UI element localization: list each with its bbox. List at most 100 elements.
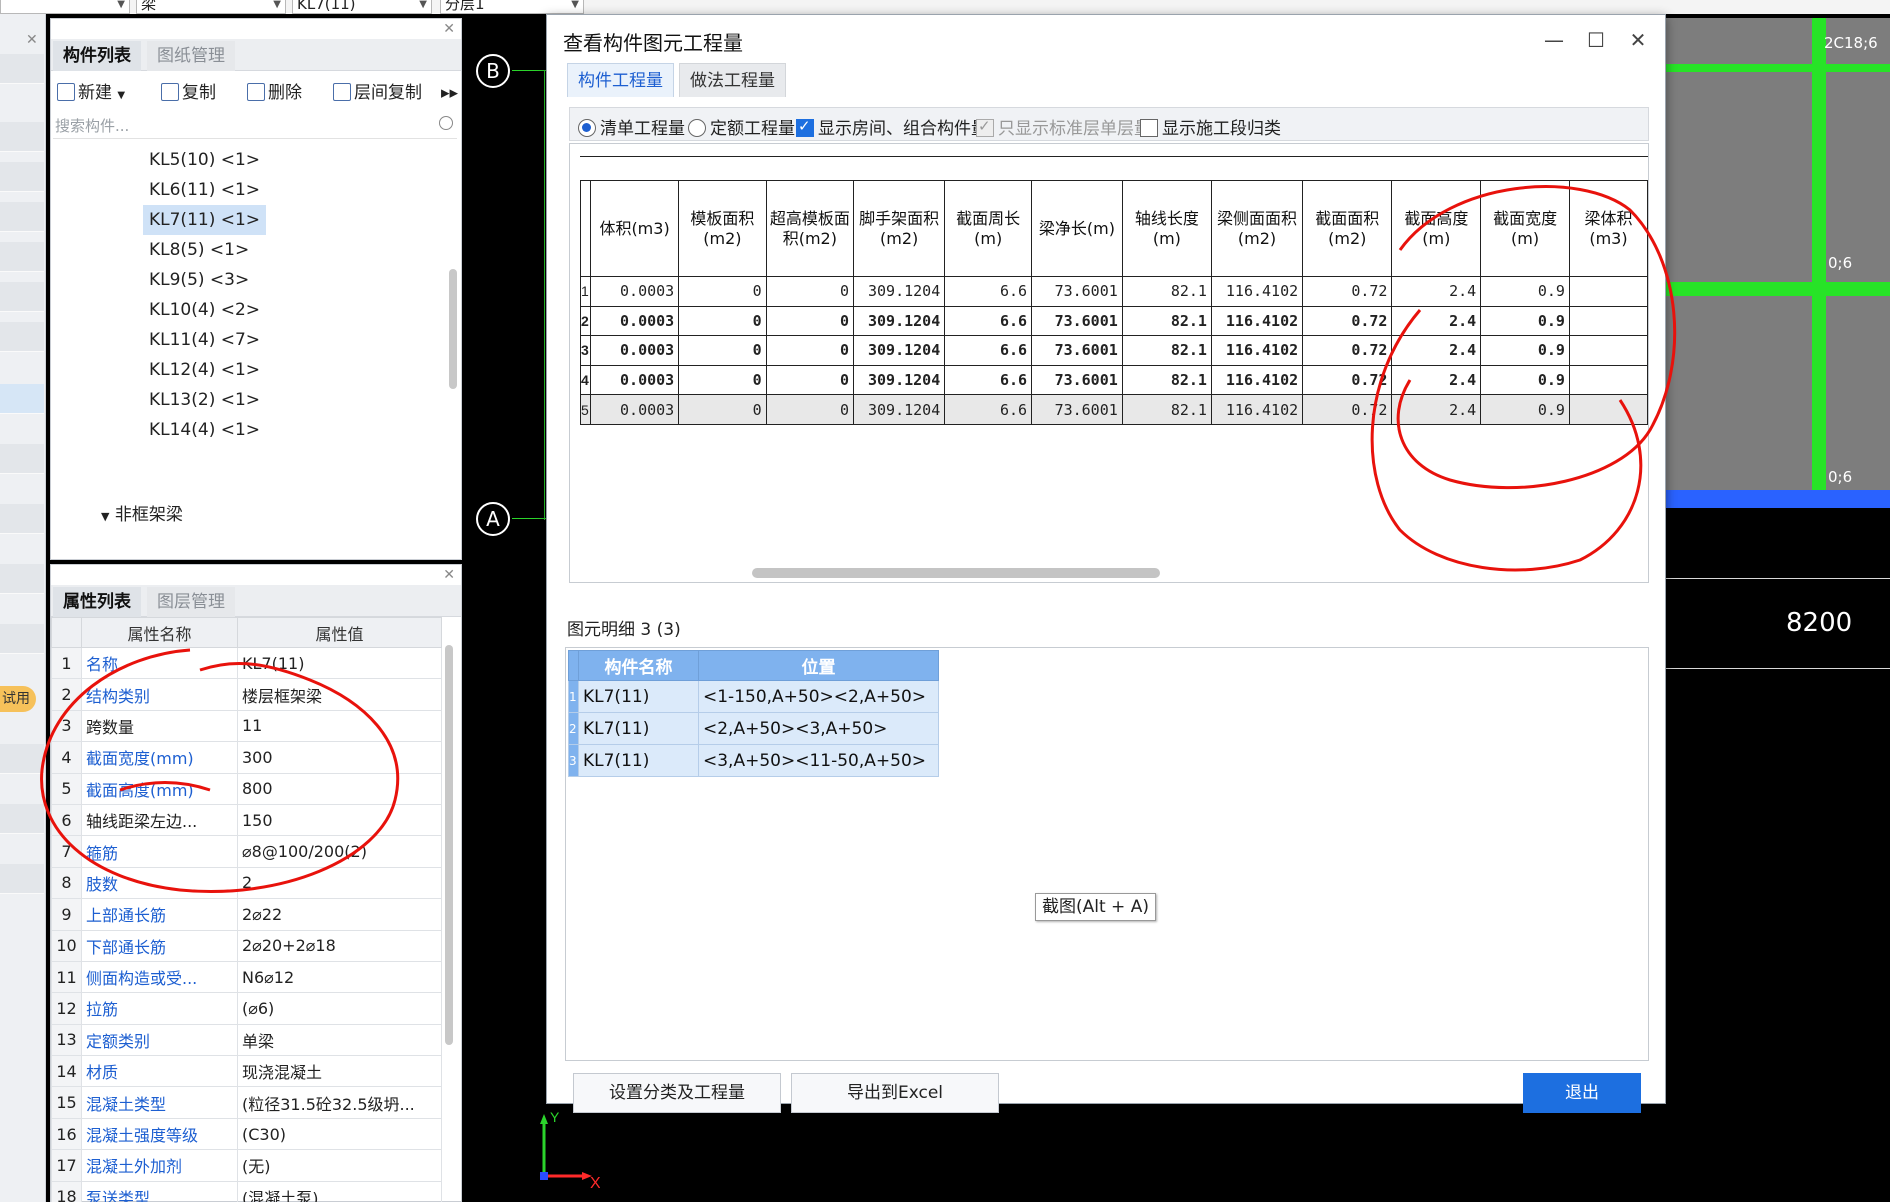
component-list-item[interactable]: KL9(5) <3>: [143, 265, 255, 295]
trial-badge[interactable]: 试用: [0, 686, 36, 712]
quantity-column-header[interactable]: 截面高度(m): [1391, 180, 1482, 277]
property-value[interactable]: 150: [237, 803, 442, 837]
property-row[interactable]: 13 定额类别 单梁: [51, 1023, 442, 1057]
property-row[interactable]: 4 截面宽度(mm) 300: [51, 741, 442, 774]
property-row[interactable]: 1 名称 KL7(11): [51, 646, 442, 680]
property-row[interactable]: 10 下部通长筋 2⌀20+2⌀18: [51, 929, 442, 962]
property-row[interactable]: 17 混凝土外加剂 (无): [51, 1149, 442, 1182]
close-icon[interactable]: ✕: [26, 32, 38, 48]
nav-row[interactable]: [0, 444, 44, 474]
option-radio[interactable]: 定额工程量: [688, 114, 795, 139]
quantity-column-header[interactable]: 体积(m3): [589, 180, 680, 277]
exit-button[interactable]: 退出: [1523, 1073, 1641, 1113]
tab-property-list[interactable]: 属性列表: [53, 587, 141, 617]
quantity-column-header[interactable]: 梁侧面面积(m2): [1210, 180, 1304, 277]
nav-row[interactable]: [0, 744, 44, 774]
property-row[interactable]: 7 箍筋 ⌀8@100/200(2): [51, 835, 442, 868]
component-list-item[interactable]: KL10(4) <2>: [143, 295, 266, 325]
quantity-column-header[interactable]: 截面周长(m): [944, 180, 1033, 277]
nav-row[interactable]: [0, 54, 44, 84]
quantity-column-header[interactable]: 模板面积(m2): [678, 180, 767, 277]
new-button[interactable]: 新建 ▼: [57, 80, 125, 106]
layer-combo[interactable]: 分层1 ▼: [440, 0, 584, 14]
quantity-row[interactable]: 2 0.0003 0 0 309.1204 6.6 73.6001 82.1 116.4102 0…: [580, 305, 1648, 337]
property-value[interactable]: (粒径31.5砼32.5级坍...: [237, 1086, 442, 1119]
close-icon[interactable]: ✕: [1625, 27, 1651, 53]
component-list-item[interactable]: KL11(4) <7>: [143, 325, 266, 355]
property-row[interactable]: 15 混凝土类型 (粒径31.5砼32.5级坍...: [51, 1086, 442, 1119]
property-value[interactable]: 2⌀20+2⌀18: [237, 929, 442, 962]
component-combo[interactable]: KL7(11) ▼: [292, 0, 432, 14]
component-list-item[interactable]: KL6(11) <1>: [143, 175, 266, 205]
property-value[interactable]: (无): [237, 1149, 442, 1182]
scrollbar[interactable]: [449, 269, 457, 389]
option-checkbox[interactable]: 显示房间、组合构件量: [796, 114, 988, 139]
option-checkbox[interactable]: 显示施工段归类: [1140, 114, 1281, 139]
maximize-icon[interactable]: ☐: [1583, 27, 1609, 53]
property-value[interactable]: (C30): [237, 1117, 442, 1151]
property-row[interactable]: 18 泵送类型 (混凝土泵): [51, 1180, 442, 1202]
quantity-row[interactable]: 4 0.0003 0 0 309.1204 6.6 73.6001 82.1 116.4102 0…: [580, 364, 1648, 396]
property-value[interactable]: 楼层框架梁: [237, 678, 442, 711]
detail-row[interactable]: 1 KL7(11) <1-150,A+50><2,A+50>: [568, 680, 939, 713]
quantity-column-header[interactable]: 轴线长度(m): [1121, 180, 1212, 277]
export-excel-button[interactable]: 导出到Excel: [791, 1073, 999, 1113]
horizontal-scrollbar[interactable]: [752, 568, 1160, 578]
tree-group-non-frame-beam[interactable]: ▼ 非框架梁: [101, 500, 183, 532]
quantity-column-header[interactable]: 超高模板面积(m2): [765, 180, 855, 277]
property-value[interactable]: 11: [237, 709, 442, 743]
detail-row[interactable]: 3 KL7(11) <3,A+50><11-50,A+50>: [568, 744, 939, 777]
property-value[interactable]: 2⌀22: [237, 898, 442, 931]
category-combo[interactable]: 梁 ▼: [136, 0, 286, 14]
more-icon[interactable]: ▸▸: [441, 80, 458, 106]
quantity-column-header[interactable]: 脚手架面积(m2): [853, 180, 946, 277]
delete-button[interactable]: 删除: [247, 80, 302, 106]
property-row[interactable]: 6 轴线距梁左边... 150: [51, 803, 442, 837]
property-row[interactable]: 3 跨数量 11: [51, 709, 442, 743]
quantity-column-header[interactable]: 截面面积(m2): [1302, 180, 1393, 277]
property-row[interactable]: 14 材质 现浇混凝土: [51, 1055, 442, 1088]
quantity-row[interactable]: 3 0.0003 0 0 309.1204 6.6 73.6001 82.1 116.4102 0…: [580, 335, 1648, 366]
property-value[interactable]: 800: [237, 772, 442, 805]
quantity-column-header[interactable]: 截面宽度(m): [1480, 180, 1570, 277]
component-list-item[interactable]: KL8(5) <1>: [143, 235, 255, 265]
component-list-item[interactable]: KL5(10) <1>: [143, 145, 266, 175]
tab-drawing-management[interactable]: 图纸管理: [147, 41, 235, 71]
floor-combo[interactable]: ▼: [0, 0, 130, 14]
property-value[interactable]: N6⌀12: [237, 960, 442, 994]
property-value[interactable]: 现浇混凝土: [237, 1055, 442, 1088]
nav-row-selected[interactable]: [0, 384, 44, 414]
detail-row[interactable]: 2 KL7(11) <2,A+50><3,A+50>: [568, 712, 939, 745]
property-row[interactable]: 2 结构类别 楼层框架梁: [51, 678, 442, 711]
property-value[interactable]: KL7(11): [237, 646, 442, 680]
set-category-button[interactable]: 设置分类及工程量: [573, 1073, 781, 1113]
component-list-item[interactable]: KL7(11) <1>: [143, 205, 267, 235]
nav-row[interactable]: [0, 804, 44, 834]
component-list-item[interactable]: KL12(4) <1>: [143, 355, 266, 385]
nav-row[interactable]: [0, 202, 44, 232]
property-value[interactable]: 2: [237, 866, 442, 900]
tab-component-list[interactable]: 构件列表: [53, 41, 141, 71]
quantity-column-header[interactable]: 梁净长(m): [1031, 180, 1123, 277]
scrollbar[interactable]: [445, 645, 453, 1045]
property-value[interactable]: (混凝土泵): [237, 1180, 442, 1202]
property-value[interactable]: 300: [237, 741, 442, 774]
nav-row[interactable]: [0, 504, 44, 534]
property-value[interactable]: (⌀6): [237, 992, 442, 1025]
property-row[interactable]: 12 拉筋 (⌀6): [51, 992, 442, 1025]
quantity-row[interactable]: 1 0.0003 0 0 309.1204 6.6 73.6001 82.1 116.4102 0…: [580, 276, 1648, 307]
option-radio[interactable]: 清单工程量: [578, 114, 685, 139]
nav-row[interactable]: [0, 162, 44, 192]
property-value[interactable]: 单梁: [237, 1023, 442, 1057]
quantity-row[interactable]: 5 0.0003 0 0 309.1204 6.6 73.6001 82.1 116.4102 0…: [580, 394, 1648, 425]
nav-row[interactable]: [0, 242, 44, 272]
minimize-icon[interactable]: —: [1541, 27, 1567, 53]
property-row[interactable]: 8 肢数 2: [51, 866, 442, 900]
property-row[interactable]: 9 上部通长筋 2⌀22: [51, 898, 442, 931]
close-icon[interactable]: ✕: [443, 21, 455, 37]
nav-row[interactable]: [0, 122, 44, 152]
nav-row[interactable]: [0, 624, 44, 654]
component-list-item[interactable]: KL13(2) <1>: [143, 385, 266, 415]
component-list-item[interactable]: KL14(4) <1>: [143, 415, 266, 445]
tab-layer-management[interactable]: 图层管理: [147, 587, 235, 617]
